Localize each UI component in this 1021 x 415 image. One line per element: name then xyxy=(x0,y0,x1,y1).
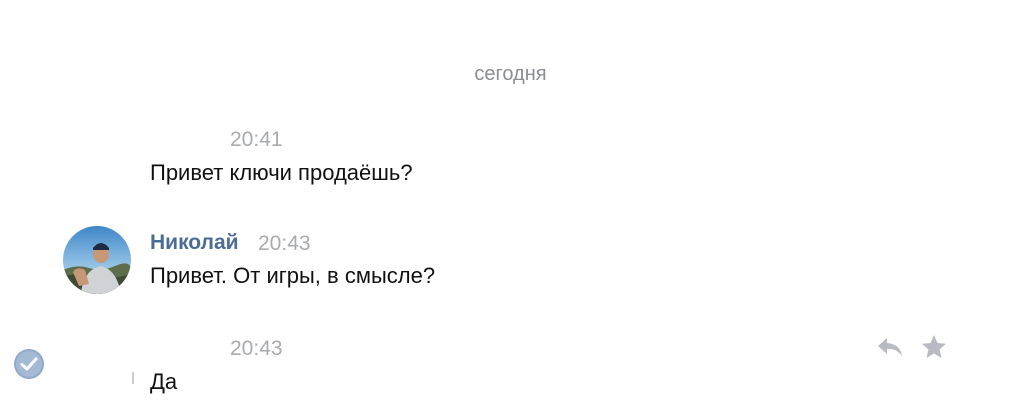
message-time: 20:43 xyxy=(230,337,283,360)
check-circle-icon[interactable] xyxy=(13,348,45,380)
chat-history: сегодня 20:41 Привет ключи продаёшь? Ник… xyxy=(0,0,1021,415)
avatar[interactable] xyxy=(63,226,131,294)
reply-icon[interactable] xyxy=(876,334,904,360)
message-text: Привет ключи продаёшь? xyxy=(150,160,413,185)
message-time: 20:41 xyxy=(230,128,283,151)
star-icon[interactable] xyxy=(920,334,948,360)
message-time: 20:43 xyxy=(258,232,311,255)
user-photo-icon xyxy=(63,226,131,294)
author-name[interactable]: Николай xyxy=(150,230,239,256)
message-divider xyxy=(132,372,134,384)
message-text: Привет. От игры, в смысле? xyxy=(150,263,436,288)
date-separator: сегодня xyxy=(474,63,547,85)
message-text: Да xyxy=(150,369,178,394)
